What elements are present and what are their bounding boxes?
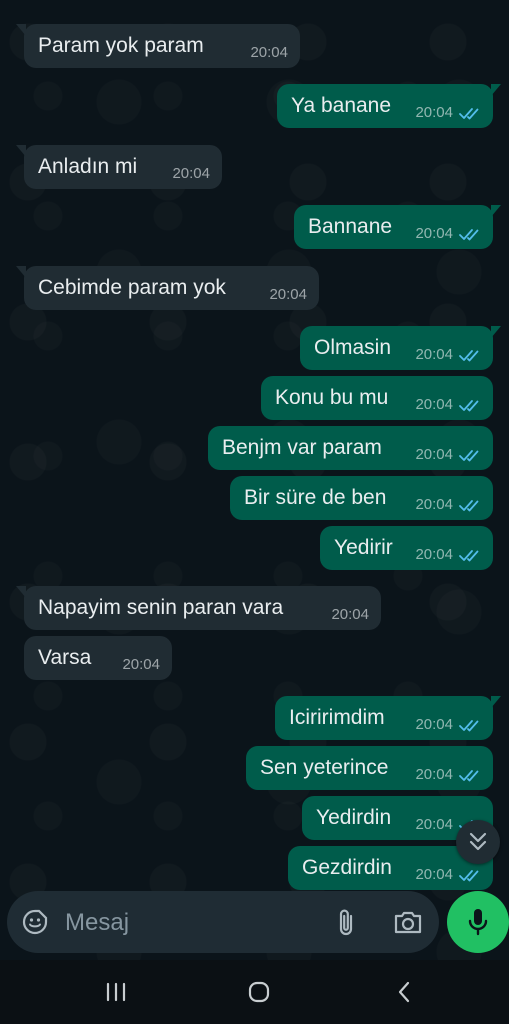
double-chevron-down-icon	[469, 832, 487, 851]
message-time: 20:04	[415, 396, 453, 413]
microphone-icon	[468, 909, 488, 936]
message-time: 20:04	[415, 766, 453, 783]
message-time: 20:04	[331, 606, 369, 623]
home-button[interactable]	[239, 976, 279, 1008]
read-ticks-icon	[459, 550, 479, 562]
paperclip-icon[interactable]	[333, 906, 359, 938]
message-time: 20:04	[415, 225, 453, 242]
read-ticks-icon	[459, 500, 479, 512]
message-bubble-outgoing[interactable]: Ya banane 20:04	[277, 84, 501, 128]
message-text: Ya banane	[291, 94, 392, 117]
message-bubble-outgoing[interactable]: Benjm var param 20:04	[208, 426, 493, 470]
message-bubble-outgoing[interactable]: Olmasin 20:04	[300, 326, 501, 370]
recent-apps-icon	[106, 982, 126, 1002]
message-text: Yedirir	[334, 536, 393, 559]
message-bubble-outgoing[interactable]: Bir süre de ben 20:04	[230, 476, 493, 520]
message-time: 20:04	[415, 104, 453, 121]
read-ticks-icon	[459, 450, 479, 462]
message-text: Cebimde param yok	[38, 276, 226, 299]
message-time: 20:04	[415, 546, 453, 563]
message-text: Napayim senin paran vara	[38, 596, 284, 619]
message-text: Yedirdin	[316, 806, 392, 829]
chat-area[interactable]: Param yok param 20:04 Ya banane 20:04 An…	[0, 0, 509, 960]
message-time: 20:04	[415, 866, 453, 883]
read-ticks-icon	[459, 350, 479, 362]
back-button[interactable]	[384, 976, 424, 1008]
scroll-to-bottom-button[interactable]	[456, 820, 500, 864]
message-text: Sen yeterince	[260, 756, 389, 779]
read-ticks-icon	[459, 870, 479, 882]
message-time: 20:04	[415, 716, 453, 733]
message-text: Anladın mi	[38, 155, 138, 178]
home-icon	[248, 981, 270, 1003]
back-chevron-icon	[398, 981, 410, 1003]
message-time: 20:04	[415, 446, 453, 463]
message-bubble-outgoing[interactable]: Sen yeterince 20:04	[246, 746, 493, 790]
recent-apps-button[interactable]	[96, 976, 136, 1008]
read-ticks-icon	[459, 770, 479, 782]
message-bubble-outgoing[interactable]: Yedirir 20:04	[320, 526, 493, 570]
message-text: Benjm var param	[222, 436, 382, 459]
system-navigation-bar	[0, 960, 509, 1024]
message-time: 20:04	[269, 286, 307, 303]
read-ticks-icon	[459, 229, 479, 241]
message-bubble-incoming[interactable]: Cebimde param yok 20:04	[16, 266, 319, 310]
read-ticks-icon	[459, 720, 479, 732]
message-composer	[7, 891, 439, 953]
message-text: Iciririmdim	[289, 706, 385, 729]
message-bubble-outgoing[interactable]: Konu bu mu 20:04	[261, 376, 493, 420]
message-text: Bannane	[308, 215, 393, 238]
message-bubble-incoming[interactable]: Varsa 20:04	[24, 636, 172, 680]
message-time: 20:04	[172, 165, 210, 182]
voice-record-button[interactable]	[447, 891, 509, 953]
message-text: Konu bu mu	[275, 386, 389, 409]
message-text: Olmasin	[314, 336, 392, 359]
message-text: Gezdirdin	[302, 856, 392, 879]
read-ticks-icon	[459, 108, 479, 120]
message-bubble-outgoing[interactable]: Bannane 20:04	[294, 205, 501, 249]
message-bubble-incoming[interactable]: Anladın mi 20:04	[16, 145, 222, 189]
message-time: 20:04	[250, 44, 288, 61]
message-text: Param yok param	[38, 34, 204, 57]
message-time: 20:04	[415, 346, 453, 363]
message-bubble-outgoing[interactable]: Iciririmdim 20:04	[275, 696, 501, 740]
message-text: Varsa	[38, 646, 92, 669]
message-time: 20:04	[415, 816, 453, 833]
camera-icon[interactable]	[392, 908, 424, 936]
message-bubble-incoming[interactable]: Napayim senin paran vara 20:04	[16, 586, 381, 630]
sticker-smiley-icon[interactable]	[21, 908, 49, 936]
read-ticks-icon	[459, 400, 479, 412]
message-bubble-incoming[interactable]: Param yok param 20:04	[16, 24, 300, 68]
message-time: 20:04	[122, 656, 160, 673]
message-time: 20:04	[415, 496, 453, 513]
message-input[interactable]	[63, 905, 307, 941]
message-text: Bir süre de ben	[244, 486, 387, 509]
